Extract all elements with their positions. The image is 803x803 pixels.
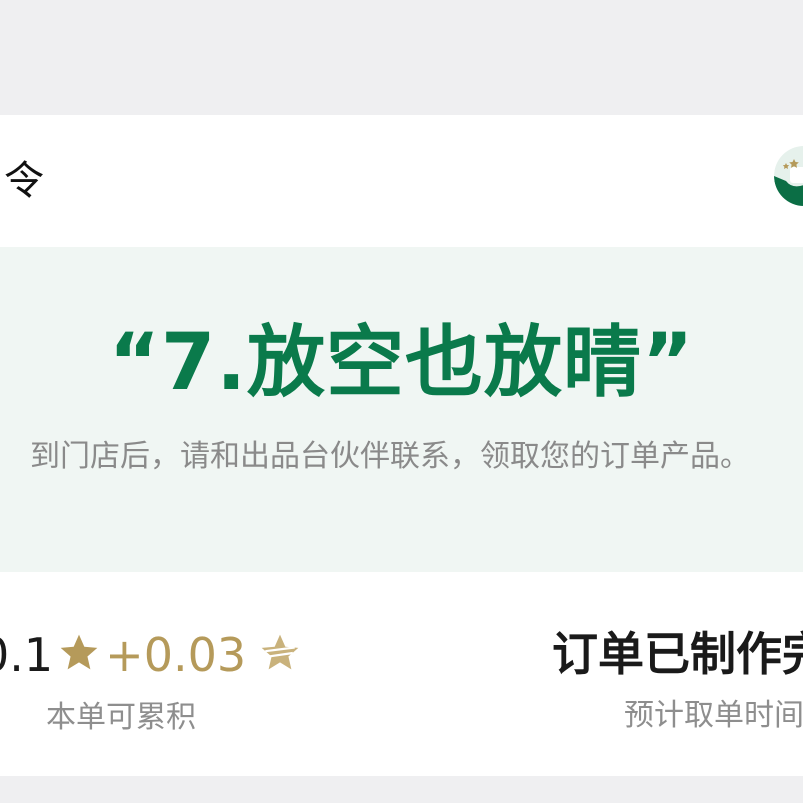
- points-label: 本单可累积: [46, 700, 196, 735]
- bottom-spacer: [0, 776, 803, 803]
- pickup-banner: “7.放空也放晴” 到门店后，请和出品台伙伴联系，领取您的订单产品。: [0, 247, 803, 572]
- bonus-star-icon: [258, 631, 302, 679]
- store-logo-icon: [774, 145, 803, 207]
- order-status-subtitle: 预计取单时间: [624, 698, 803, 733]
- top-spacer: [0, 0, 803, 115]
- order-card: 令 “7.放空也放晴” 到门店后，请和出品台伙伴联系，领取您的订单产品。 0.1: [0, 115, 803, 776]
- order-stats: 0.1 +0.03 本单可累积 订单已制作完 预计取单时间: [0, 572, 803, 776]
- points-base-value: 0.1: [0, 628, 54, 682]
- pickup-hint: 到门店后，请和出品台伙伴联系，领取您的订单产品。: [30, 439, 750, 474]
- order-card-header: 令: [0, 115, 803, 247]
- order-quote: “7.放空也放晴”: [108, 318, 695, 408]
- order-card-title: 令: [4, 158, 44, 204]
- points-line: 0.1 +0.03: [0, 620, 306, 690]
- points-bonus-value: +0.03: [105, 628, 247, 682]
- star-icon: [57, 631, 101, 679]
- order-status-title: 订单已制作完: [552, 627, 803, 681]
